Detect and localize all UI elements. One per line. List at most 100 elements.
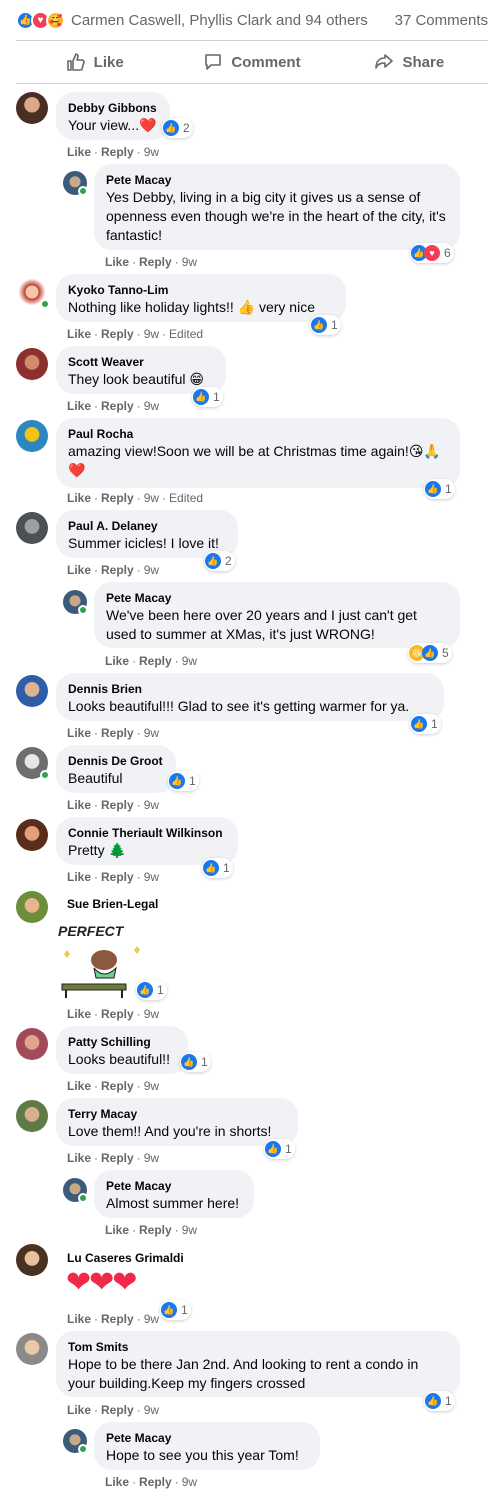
comment-author[interactable]: Debby Gibbons (68, 100, 158, 116)
reaction-count[interactable]: 👍 1 (202, 858, 233, 878)
reaction-count[interactable]: 😆 👍 5 (408, 643, 452, 663)
like-link[interactable]: Like (67, 399, 91, 413)
reactor-names[interactable]: Carmen Caswell, Phyllis Clark and 94 oth… (71, 12, 368, 29)
timestamp[interactable]: 9w (144, 1007, 159, 1021)
edited-label[interactable]: Edited (169, 327, 203, 341)
reply-link[interactable]: Reply (101, 726, 134, 740)
comments-count[interactable]: 37 Comments (395, 12, 488, 29)
timestamp[interactable]: 9w (144, 1151, 159, 1165)
like-link[interactable]: Like (105, 654, 129, 668)
like-link[interactable]: Like (67, 145, 91, 159)
reaction-count[interactable]: 👍 1 (264, 1139, 295, 1159)
reaction-count[interactable]: 👍 2 (162, 118, 193, 138)
avatar[interactable] (16, 675, 48, 707)
avatar[interactable] (16, 819, 48, 851)
timestamp[interactable]: 9w (144, 563, 159, 577)
reply-link[interactable]: Reply (101, 327, 134, 341)
reply-link[interactable]: Reply (101, 399, 134, 413)
comment-author[interactable]: Dennis Brien (68, 681, 432, 697)
avatar[interactable] (16, 1333, 48, 1365)
timestamp[interactable]: 9w (144, 1312, 159, 1326)
reply-link[interactable]: Reply (139, 1223, 172, 1237)
reply-link[interactable]: Reply (101, 1007, 134, 1021)
like-link[interactable]: Like (105, 1475, 129, 1489)
reaction-count[interactable]: 👍 1 (168, 771, 199, 791)
timestamp[interactable]: 9w (144, 798, 159, 812)
timestamp[interactable]: 9w (182, 654, 197, 668)
reaction-count[interactable]: 👍 1 (424, 479, 455, 499)
timestamp[interactable]: 9w (144, 870, 159, 884)
comment-author[interactable]: Pete Macay (106, 590, 448, 606)
like-link[interactable]: Like (67, 1151, 91, 1165)
comment-author[interactable]: Kyoko Tanno-Lim (68, 282, 334, 298)
timestamp[interactable]: 9w (144, 145, 159, 159)
like-link[interactable]: Like (67, 1007, 91, 1021)
timestamp[interactable]: 9w (144, 1079, 159, 1093)
reaction-count[interactable]: 👍 1 (160, 1300, 191, 1320)
like-link[interactable]: Like (67, 563, 91, 577)
timestamp[interactable]: 9w (144, 327, 159, 341)
like-link[interactable]: Like (105, 1223, 129, 1237)
comment-author[interactable]: Terry Macay (68, 1106, 286, 1122)
comment-author[interactable]: Patty Schilling (68, 1034, 176, 1050)
timestamp[interactable]: 9w (144, 399, 159, 413)
like-button[interactable]: Like (16, 41, 173, 83)
avatar[interactable] (16, 891, 48, 923)
reply-link[interactable]: Reply (101, 145, 134, 159)
timestamp[interactable]: 9w (182, 1475, 197, 1489)
share-button[interactable]: Share (331, 41, 488, 83)
reply-link[interactable]: Reply (101, 1079, 134, 1093)
comment-author[interactable]: Lu Caseres Grimaldi (67, 1251, 184, 1265)
comment-author[interactable]: Tom Smits (68, 1339, 448, 1355)
like-link[interactable]: Like (67, 1312, 91, 1326)
reply-link[interactable]: Reply (101, 563, 134, 577)
timestamp[interactable]: 9w (182, 255, 197, 269)
comment-button[interactable]: Comment (173, 41, 330, 83)
timestamp[interactable]: 9w (144, 491, 159, 505)
reaction-count[interactable]: 👍 1 (136, 980, 167, 1000)
like-link[interactable]: Like (67, 870, 91, 884)
like-link[interactable]: Like (67, 491, 91, 505)
reaction-count[interactable]: 👍 1 (310, 315, 341, 335)
comment-author[interactable]: Connie Theriault Wilkinson (68, 825, 226, 841)
timestamp[interactable]: 9w (144, 726, 159, 740)
like-link[interactable]: Like (67, 327, 91, 341)
reaction-count[interactable]: 👍 2 (204, 551, 235, 571)
like-link[interactable]: Like (67, 1079, 91, 1093)
avatar[interactable] (16, 512, 48, 544)
reaction-icons[interactable]: 👍 ♥ 🥰 (16, 10, 65, 30)
comment-author[interactable]: Pete Macay (106, 1430, 308, 1446)
comment-author[interactable]: Scott Weaver (68, 354, 214, 370)
comment-author[interactable]: Paul Rocha (68, 426, 448, 442)
edited-label[interactable]: Edited (169, 491, 203, 505)
avatar[interactable] (16, 92, 48, 124)
avatar[interactable] (16, 420, 48, 452)
reply-link[interactable]: Reply (101, 1312, 134, 1326)
reaction-count[interactable]: 👍 1 (424, 1391, 455, 1411)
avatar[interactable] (16, 1100, 48, 1132)
like-link[interactable]: Like (105, 255, 129, 269)
like-link[interactable]: Like (67, 798, 91, 812)
comment-author[interactable]: Pete Macay (106, 1178, 242, 1194)
avatar[interactable] (16, 348, 48, 380)
reply-link[interactable]: Reply (139, 654, 172, 668)
like-link[interactable]: Like (67, 1403, 91, 1417)
reply-link[interactable]: Reply (139, 255, 172, 269)
like-link[interactable]: Like (67, 726, 91, 740)
comment-author[interactable]: Pete Macay (106, 172, 448, 188)
reply-link[interactable]: Reply (101, 1151, 134, 1165)
comment-author[interactable]: Dennis De Groot (68, 753, 164, 769)
comment-author[interactable]: Paul A. Delaney (68, 518, 226, 534)
avatar[interactable] (16, 1028, 48, 1060)
reply-link[interactable]: Reply (101, 798, 134, 812)
timestamp[interactable]: 9w (144, 1403, 159, 1417)
avatar[interactable] (16, 1244, 48, 1276)
reply-link[interactable]: Reply (101, 1403, 134, 1417)
reply-link[interactable]: Reply (101, 870, 134, 884)
timestamp[interactable]: 9w (182, 1223, 197, 1237)
reaction-count[interactable]: 👍 1 (192, 387, 223, 407)
reply-link[interactable]: Reply (139, 1475, 172, 1489)
reaction-count[interactable]: 👍 1 (410, 714, 441, 734)
reply-link[interactable]: Reply (101, 491, 134, 505)
reaction-count[interactable]: 👍 ♥ 6 (410, 243, 454, 263)
